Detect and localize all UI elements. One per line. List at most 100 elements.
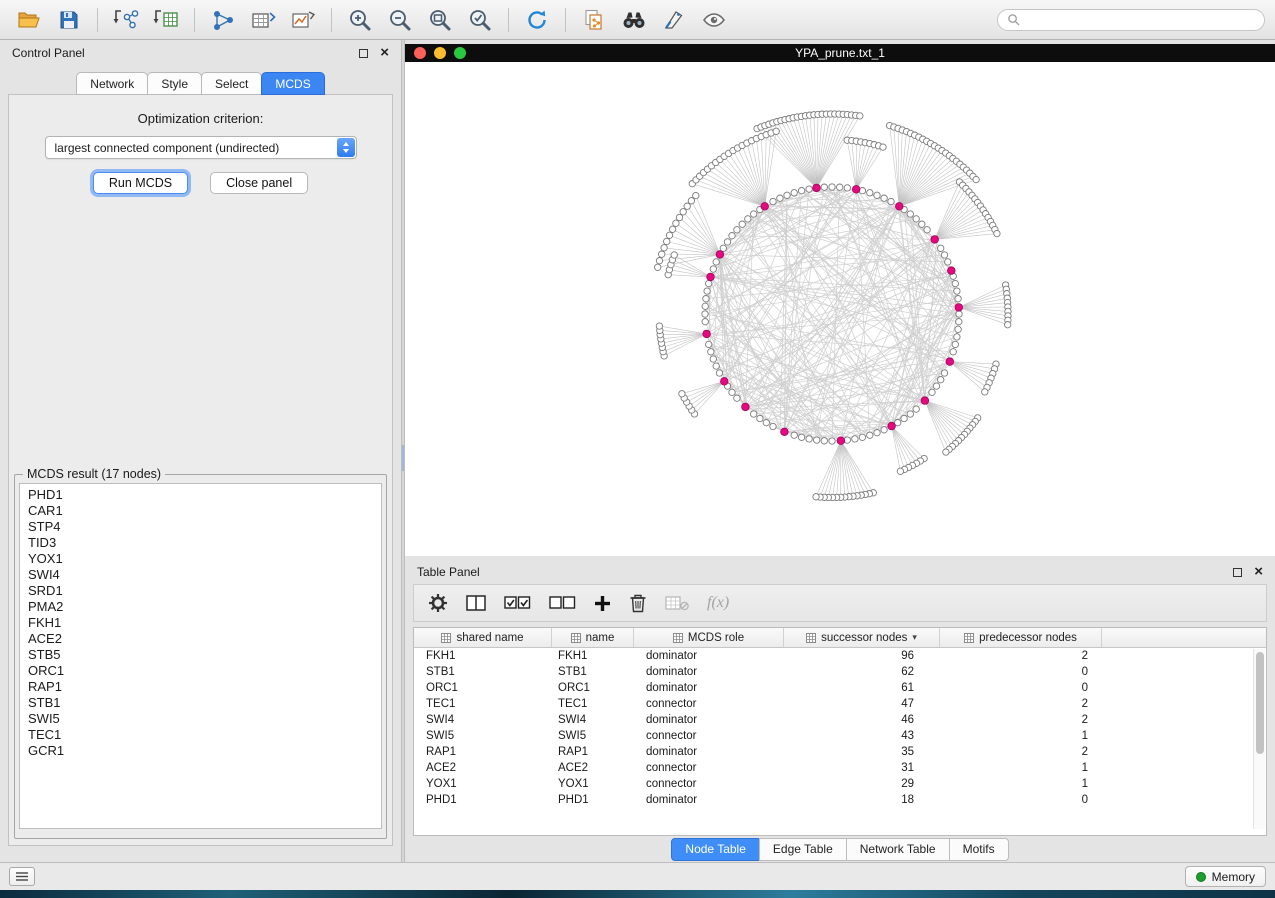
style-brush-button[interactable] xyxy=(655,4,693,36)
table-row[interactable]: PHD1PHD1dominator180 xyxy=(414,792,1266,808)
table-vertical-scrollbar[interactable] xyxy=(1253,649,1265,829)
tab-network-table[interactable]: Network Table xyxy=(846,838,950,861)
table-row[interactable]: SWI5SWI5connector431 xyxy=(414,728,1266,744)
list-item[interactable]: YOX1 xyxy=(28,551,373,567)
memory-button[interactable]: Memory xyxy=(1185,866,1266,887)
refresh-layout-button[interactable] xyxy=(518,4,556,36)
network-graph[interactable] xyxy=(405,62,1271,556)
main-toolbar xyxy=(0,0,1275,40)
list-item[interactable]: SRD1 xyxy=(28,583,373,599)
table-row[interactable]: TEC1TEC1connector472 xyxy=(414,696,1266,712)
list-item[interactable]: ACE2 xyxy=(28,631,373,647)
zoom-selected-button[interactable] xyxy=(461,4,499,36)
tab-select[interactable]: Select xyxy=(201,72,262,95)
sort-descending-icon: ▾ xyxy=(912,632,917,643)
dominator-node xyxy=(896,203,904,211)
list-item[interactable]: CAR1 xyxy=(28,503,373,519)
tab-style[interactable]: Style xyxy=(147,72,202,95)
table-cell: 0 xyxy=(940,666,1102,678)
tab-network[interactable]: Network xyxy=(76,72,148,95)
criterion-dropdown[interactable]: largest connected component (undirected) xyxy=(45,136,357,159)
import-table-button[interactable] xyxy=(147,4,185,36)
tab-edge-table[interactable]: Edge Table xyxy=(759,838,847,861)
new-network-button[interactable] xyxy=(204,4,242,36)
scrollbar-thumb[interactable] xyxy=(1256,652,1264,754)
table-cell: dominator xyxy=(634,650,784,662)
table-row[interactable]: FKH1FKH1dominator962 xyxy=(414,648,1266,664)
list-item[interactable]: PMA2 xyxy=(28,599,373,615)
column-header-mcds-role[interactable]: MCDS role xyxy=(634,628,784,647)
clone-network-button[interactable] xyxy=(575,4,613,36)
zoom-in-button[interactable] xyxy=(341,4,379,36)
show-hide-button[interactable] xyxy=(695,4,733,36)
new-table-button[interactable] xyxy=(244,4,282,36)
list-item[interactable]: STP4 xyxy=(28,519,373,535)
zoom-selected-icon xyxy=(468,8,492,32)
first-neighbors-button[interactable] xyxy=(615,4,653,36)
refresh-icon xyxy=(525,8,549,32)
list-item[interactable]: STB5 xyxy=(28,647,373,663)
import-network-button[interactable] xyxy=(107,4,145,36)
open-folder-icon xyxy=(17,9,41,31)
network-canvas[interactable] xyxy=(405,62,1275,556)
column-header-shared-name[interactable]: shared name xyxy=(414,628,552,647)
mcds-result-list[interactable]: PHD1CAR1STP4TID3YOX1SWI4SRD1PMA2FKH1ACE2… xyxy=(19,483,382,829)
splitter-handle-icon[interactable] xyxy=(402,445,404,471)
table-cell: 0 xyxy=(940,682,1102,694)
table-row[interactable]: STB1STB1dominator620 xyxy=(414,664,1266,680)
list-item[interactable]: GCR1 xyxy=(28,743,373,759)
save-session-button[interactable] xyxy=(50,4,88,36)
table-row[interactable]: SWI4SWI4dominator462 xyxy=(414,712,1266,728)
tab-motifs[interactable]: Motifs xyxy=(949,838,1009,861)
add-column-button[interactable] xyxy=(594,595,611,612)
close-panel-button[interactable]: Close panel xyxy=(210,172,308,194)
list-item[interactable]: PHD1 xyxy=(28,487,373,503)
search-field[interactable] xyxy=(997,9,1265,31)
status-menu-button[interactable] xyxy=(9,867,35,886)
table-row[interactable]: ORC1ORC1dominator610 xyxy=(414,680,1266,696)
list-item[interactable]: RAP1 xyxy=(28,679,373,695)
float-panel-icon[interactable] xyxy=(359,49,368,58)
column-grid-icon xyxy=(673,633,683,643)
maximize-window-icon[interactable] xyxy=(454,47,466,59)
list-item[interactable]: STB1 xyxy=(28,695,373,711)
table-cell: ORC1 xyxy=(552,682,634,694)
column-header-predecessor-nodes[interactable]: predecessor nodes xyxy=(940,628,1102,647)
close-table-panel-icon[interactable]: × xyxy=(1254,567,1263,577)
table-cell: 2 xyxy=(940,714,1102,726)
unselect-all-columns-button[interactable] xyxy=(549,596,576,610)
table-row[interactable]: ACE2ACE2connector311 xyxy=(414,760,1266,776)
list-item[interactable]: FKH1 xyxy=(28,615,373,631)
close-panel-icon[interactable]: × xyxy=(380,48,389,58)
desktop-wallpaper-strip xyxy=(0,890,1275,898)
table-cell: ORC1 xyxy=(414,682,552,694)
table-settings-button[interactable] xyxy=(428,593,448,613)
table-cell: FKH1 xyxy=(414,650,552,662)
run-mcds-button[interactable]: Run MCDS xyxy=(93,172,188,194)
table-row[interactable]: RAP1RAP1dominator352 xyxy=(414,744,1266,760)
network-titlebar[interactable]: YPA_prune.txt_1 xyxy=(405,44,1275,62)
select-all-columns-button[interactable] xyxy=(504,596,531,610)
list-item[interactable]: SWI4 xyxy=(28,567,373,583)
tab-node-table[interactable]: Node Table xyxy=(671,838,760,861)
minimize-window-icon[interactable] xyxy=(434,47,446,59)
show-columns-button[interactable] xyxy=(466,594,486,612)
table-bottom-tabs: Node Table Edge Table Network Table Moti… xyxy=(405,836,1275,862)
delete-column-button[interactable] xyxy=(629,593,647,613)
table-row[interactable]: YOX1YOX1connector291 xyxy=(414,776,1266,792)
list-item[interactable]: ORC1 xyxy=(28,663,373,679)
criterion-dropdown-value: largest connected component (undirected) xyxy=(55,141,280,155)
close-window-icon[interactable] xyxy=(414,47,426,59)
list-item[interactable]: TID3 xyxy=(28,535,373,551)
export-image-button[interactable] xyxy=(284,4,322,36)
column-header-successor-nodes[interactable]: successor nodes ▾ xyxy=(784,628,940,647)
zoom-out-button[interactable] xyxy=(381,4,419,36)
list-item[interactable]: SWI5 xyxy=(28,711,373,727)
list-item[interactable]: TEC1 xyxy=(28,727,373,743)
float-table-panel-icon[interactable] xyxy=(1233,568,1242,577)
search-input[interactable] xyxy=(1026,13,1255,27)
open-file-button[interactable] xyxy=(10,4,48,36)
tab-mcds[interactable]: MCDS xyxy=(261,72,324,95)
column-header-name[interactable]: name xyxy=(552,628,634,647)
zoom-fit-button[interactable] xyxy=(421,4,459,36)
